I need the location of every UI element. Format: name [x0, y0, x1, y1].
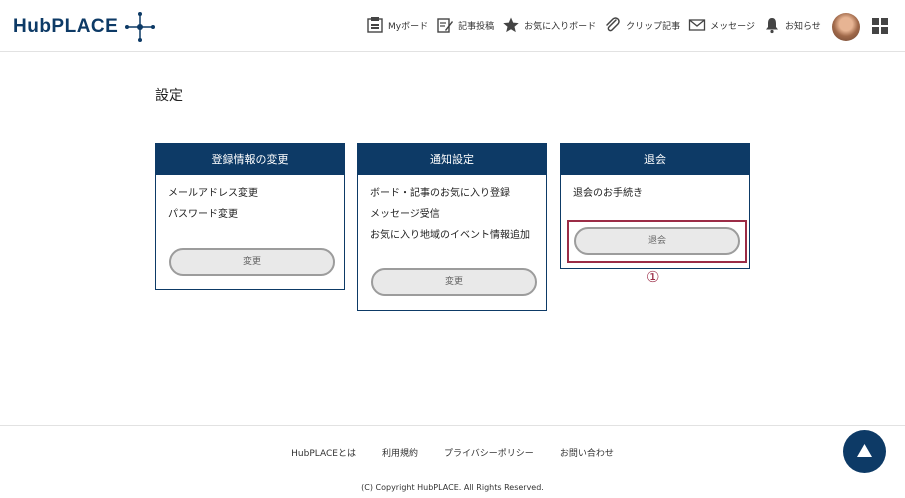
card-body: 退会のお手続き [561, 175, 749, 208]
card-registration: 登録情報の変更 メールアドレス変更 パスワード変更 変更 [155, 143, 345, 290]
footer-link-terms[interactable]: 利用規約 [382, 446, 418, 459]
nav-clip-articles[interactable]: クリップ記事 [604, 16, 680, 34]
logo-text: HubPLACE [13, 16, 119, 37]
nav-label: クリップ記事 [626, 21, 681, 32]
footer-divider [0, 425, 905, 426]
arrow-up-icon [857, 444, 872, 457]
nav-notifications[interactable]: お知らせ [763, 16, 821, 34]
change-notification-button[interactable]: 変更 [371, 268, 537, 296]
footer-links: HubPLACEとは 利用規約 プライバシーポリシー お問い合わせ [0, 446, 905, 459]
card-item: パスワード変更 [168, 209, 238, 220]
card-title: 通知設定 [358, 144, 546, 175]
nav-post-article[interactable]: 記事投稿 [436, 16, 494, 34]
nav-label: Myボード [388, 21, 429, 32]
logo[interactable]: HubPLACE [13, 12, 156, 42]
card-body: ボード・記事のお気に入り登録 メッセージ受信 お気に入り地域のイベント情報追加 [358, 175, 546, 250]
mail-icon [688, 16, 706, 34]
footer-link-privacy[interactable]: プライバシーポリシー [444, 446, 534, 459]
card-item: ボード・記事のお気に入り登録 [370, 188, 510, 199]
card-item: メールアドレス変更 [168, 188, 258, 199]
paperclip-icon [604, 16, 622, 34]
footer-link-about[interactable]: HubPLACEとは [291, 446, 356, 459]
star-icon [502, 16, 520, 34]
logo-cross-icon [125, 12, 156, 42]
edit-icon [436, 16, 454, 34]
card-title: 退会 [561, 144, 749, 175]
card-body: メールアドレス変更 パスワード変更 [156, 175, 344, 229]
card-title: 登録情報の変更 [156, 144, 344, 175]
header: HubPLACE Myボード 記事投稿 お気に入りボード クリップ記事 メッセー… [0, 0, 905, 52]
card-notification: 通知設定 ボード・記事のお気に入り登録 メッセージ受信 お気に入り地域のイベント… [357, 143, 547, 311]
header-nav: Myボード 記事投稿 お気に入りボード クリップ記事 メッセージ お知らせ [366, 16, 829, 34]
card-item: メッセージ受信 [370, 209, 440, 220]
nav-favorite-board[interactable]: お気に入りボード [502, 16, 596, 34]
withdraw-highlight-frame [567, 220, 747, 263]
footer-link-contact[interactable]: お問い合わせ [560, 446, 614, 459]
change-registration-button[interactable]: 変更 [169, 248, 335, 276]
page-title: 設定 [155, 88, 183, 104]
card-item: 退会のお手続き [573, 188, 643, 199]
copyright: (C) Copyright HubPLACE. All Rights Reser… [361, 483, 544, 492]
nav-my-board[interactable]: Myボード [366, 16, 428, 34]
board-icon [366, 16, 384, 34]
nav-label: 記事投稿 [458, 21, 495, 32]
bell-icon [763, 16, 781, 34]
nav-label: お気に入りボード [524, 21, 597, 32]
nav-label: お知らせ [784, 21, 821, 32]
avatar[interactable] [832, 13, 860, 41]
nav-messages[interactable]: メッセージ [688, 16, 755, 34]
nav-label: メッセージ [710, 21, 755, 32]
annotation-marker: ① [646, 268, 660, 286]
app-grid-icon[interactable] [872, 18, 888, 34]
card-item: お気に入り地域のイベント情報追加 [370, 230, 530, 241]
scroll-to-top-button[interactable] [843, 430, 886, 473]
